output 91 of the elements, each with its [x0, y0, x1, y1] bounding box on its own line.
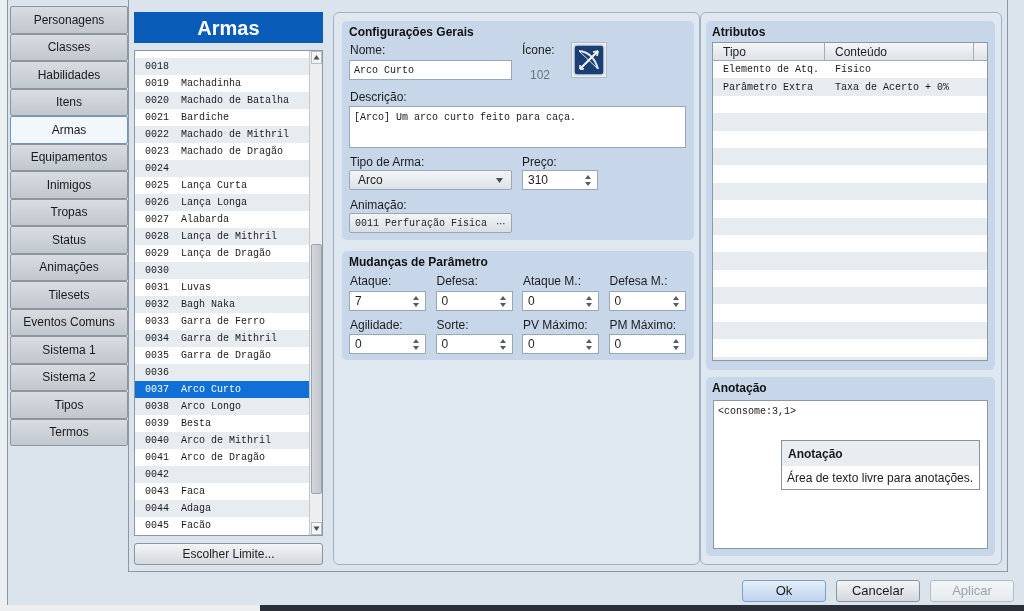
number-field[interactable]: 0 [349, 334, 426, 354]
nav-tab[interactable]: Habilidades [10, 61, 128, 89]
field-label: Defesa: [435, 273, 479, 289]
list-title: Armas [134, 12, 323, 43]
field-label: Sorte: [435, 317, 470, 333]
list-item[interactable]: 0028 Lança de Mithril [135, 228, 309, 245]
field-label: Ícone: [522, 42, 556, 58]
tooltip-title: Anotação [782, 441, 979, 466]
group-title: Anotação [711, 380, 768, 396]
nav-tab[interactable]: Itens [10, 88, 128, 116]
field-label: Defesa M.: [608, 273, 669, 289]
nav-tab[interactable]: Classes [10, 33, 128, 61]
name-field[interactable]: Arco Curto [349, 60, 512, 80]
table-cell-text: Físico [834, 63, 872, 78]
group-title: Atributos [711, 24, 767, 40]
dialog-button[interactable]: Cancelar [836, 580, 920, 602]
number-field[interactable]: 0 [435, 291, 513, 311]
nav-tab[interactable]: Eventos Comuns [10, 308, 128, 336]
animation-button[interactable]: 0011 Perfuração Física ⋯ [349, 213, 512, 233]
spin-arrows-icon[interactable] [499, 295, 506, 307]
tooltip-text: Área de texto livre para anotações. [786, 469, 975, 487]
list-item[interactable]: 0040 Arco de Mithril [135, 432, 309, 449]
spin-arrows-icon[interactable] [585, 174, 591, 186]
number-field[interactable]: 0 [608, 334, 686, 354]
list-item[interactable]: 0037 Arco Curto [135, 381, 309, 398]
description-field[interactable]: [Arco] Um arco curto feito para caça. [349, 106, 686, 148]
field-label: Agilidade: [349, 317, 404, 333]
list-item[interactable]: 0030 [135, 262, 309, 279]
weapon-type-select[interactable]: Arco [349, 170, 512, 190]
scrollbar-thumb[interactable] [310, 244, 322, 494]
spin-arrows-icon[interactable] [586, 295, 592, 307]
list-item[interactable]: 0018 [135, 58, 309, 75]
table-row[interactable]: Parâmetro Extra Taxa de Acerto + 0% [713, 78, 987, 96]
table-cell-text: Taxa de Acerto + 0% [834, 80, 951, 95]
number-field[interactable]: 0 [435, 334, 513, 354]
field-label: Ataque: [349, 273, 393, 289]
nav-tab[interactable]: Sistema 1 [10, 336, 128, 364]
number-field[interactable]: 7 [349, 291, 426, 311]
list-item[interactable]: 0022 Machado de Mithril [135, 126, 309, 143]
list-item[interactable]: 0044 Adaga [135, 500, 309, 517]
list-item[interactable]: 0034 Garra de Mithril [135, 330, 309, 347]
spin-arrows-icon[interactable] [499, 338, 506, 350]
nav-tab[interactable]: Sistema 2 [10, 363, 128, 391]
list-item[interactable]: 0036 [135, 364, 309, 381]
spin-arrows-icon[interactable] [672, 338, 679, 350]
nav-tab[interactable]: Equipamentos [10, 143, 128, 171]
number-field[interactable]: 0 [522, 291, 599, 311]
spin-arrows-icon[interactable] [413, 295, 419, 307]
field-label: Animação: [349, 197, 408, 213]
list-item[interactable]: 0024 [135, 160, 309, 177]
dialog-button[interactable]: Ok [742, 580, 826, 602]
spin-arrows-icon[interactable] [586, 338, 592, 350]
group-title: Configurações Gerais [348, 24, 475, 40]
column-header[interactable]: Tipo [713, 43, 825, 60]
list-item[interactable]: 0020 Machado de Batalha [135, 92, 309, 109]
scrollbar[interactable] [309, 51, 322, 535]
field-label: Preço: [522, 154, 558, 170]
spin-arrows-icon[interactable] [672, 295, 679, 307]
nav-tab[interactable]: Armas [10, 116, 128, 144]
number-field[interactable]: 0 [522, 334, 599, 354]
nav-tab[interactable]: Animações [10, 253, 128, 281]
table-cell-text: Parâmetro Extra [722, 80, 814, 95]
list-item[interactable]: 0042 [135, 466, 309, 483]
field-label: Ataque M.: [522, 273, 583, 289]
icon-index: 102 [529, 67, 552, 83]
nav-tab[interactable]: Inimigos [10, 171, 128, 199]
number-field[interactable]: 310 [522, 170, 598, 190]
nav-tab[interactable]: Personagens [10, 6, 128, 34]
nav-tab[interactable]: Tilesets [10, 281, 128, 309]
column-header[interactable]: Conteúdo [825, 43, 974, 60]
field-label: PM Máximo: [608, 317, 678, 333]
group-title: Mudanças de Parâmetro [348, 254, 489, 270]
choose-limit-button[interactable]: Escolher Limite... [134, 543, 323, 565]
spin-arrows-icon[interactable] [413, 338, 419, 350]
bow-arrow-icon [571, 42, 607, 78]
field-label: Nome: [349, 42, 387, 58]
table-cell-text: Elemento de Atq. [722, 63, 820, 78]
nav-tab[interactable]: Tipos [10, 391, 128, 419]
nav-tab[interactable]: Termos [10, 418, 128, 446]
nav-tab[interactable]: Tropas [10, 198, 128, 226]
list-item[interactable]: 0038 Arco Longo [135, 398, 309, 415]
field-label: PV Máximo: [522, 317, 589, 333]
list-item[interactable]: 0026 Lança Longa [135, 194, 309, 211]
field-label: Descrição: [349, 89, 408, 105]
number-field[interactable]: 0 [608, 291, 686, 311]
more-text: ⋯ [496, 216, 506, 231]
field-label: Tipo de Arma: [349, 154, 426, 170]
animation-value: 0011 Perfuração Física [355, 216, 488, 231]
caret-down-icon[interactable] [496, 177, 503, 183]
list-item[interactable]: 0032 Bagh Naka [135, 296, 309, 313]
nav-tab[interactable]: Status [10, 226, 128, 254]
